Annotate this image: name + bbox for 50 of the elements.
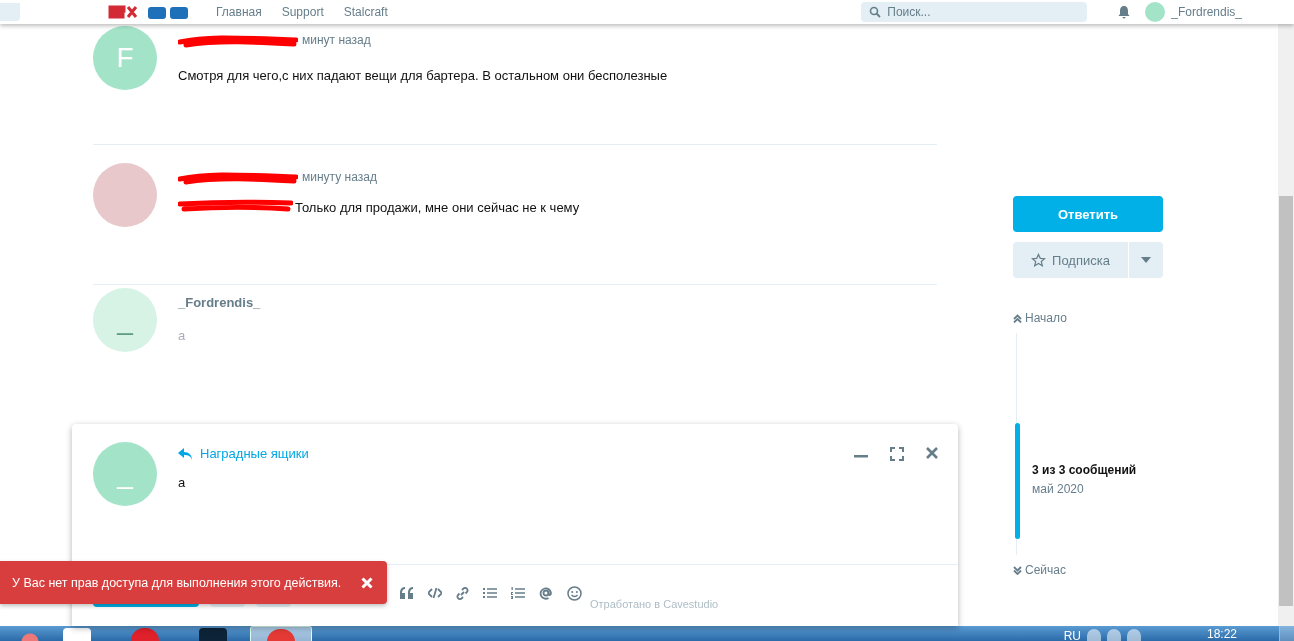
smiley-icon[interactable] [567,585,582,601]
scrubber-end-link[interactable]: Сейчас [1013,563,1163,577]
discussion-link[interactable]: Наградные ящики [178,446,833,461]
double-chevron-up-icon [1013,313,1022,323]
nav-link[interactable]: Support [281,5,324,19]
language-indicator[interactable]: RU [1063,629,1081,641]
numbered-list-icon[interactable] [511,587,525,599]
post-time[interactable]: минуту назад [302,170,377,184]
post-text: Только для продажи, мне они сейчас не к чему [295,199,580,215]
scrubber-position: 3 из 3 сообщений [1032,463,1137,477]
mention-icon[interactable] [539,586,553,600]
bell-icon[interactable] [1117,5,1132,19]
link-icon[interactable] [456,586,469,600]
nav-link[interactable]: Stalcraft [343,5,388,19]
code-icon[interactable] [428,587,442,599]
scrubber-date: май 2020 [1032,482,1085,496]
clock[interactable]: 18:22 [1206,627,1237,641]
reply-arrow-icon [178,447,193,460]
author-name[interactable]: _Fordrendis_ [178,294,261,310]
follow-button[interactable]: Подписка [1013,242,1128,278]
vertical-scrollbar[interactable] [1278,24,1294,626]
user-name[interactable]: _Fordrendis_ [1171,5,1242,19]
user-avatar: _ [93,442,157,506]
scrollbar-thumb[interactable] [1279,196,1293,606]
scrubber-handle[interactable] [1015,423,1020,539]
bullet-list-icon[interactable] [483,587,497,599]
user-avatar[interactable]: _ [93,288,157,352]
app-icon[interactable] [250,626,312,641]
scrubber-start-link[interactable]: Начало [1013,311,1163,325]
search-icon [869,6,882,18]
nav-link[interactable]: Главная [216,5,262,19]
post-time[interactable]: минут назад [302,33,371,47]
composer-text-field[interactable]: a [178,475,833,535]
fullscreen-icon[interactable] [890,447,904,461]
star-icon [1031,252,1047,268]
scrubber-track[interactable]: 3 из 3 сообщений май 2020 [1016,333,1163,555]
dropdown-button[interactable] [1129,242,1163,278]
caret-icon [1141,257,1151,263]
quote-icon[interactable] [400,587,414,599]
post-text: Смотря для чего,с них падают вещи для бартера. В остальном они бесполезные [178,68,668,83]
post-text: a [178,328,186,343]
reply-button[interactable]: Ответить [1013,196,1163,232]
footer-note: Отработано в Cavestudio [590,597,719,610]
close-icon[interactable] [926,447,938,459]
double-chevron-down-icon [1013,565,1022,575]
tray-icon[interactable] [1126,629,1141,641]
tray-icon[interactable] [1086,629,1101,641]
search-field[interactable]: Поиск... [861,2,1088,22]
alert-message: У Вас нет прав доступа для выполнения этого действия. [12,575,342,590]
tray-icon[interactable] [1106,629,1121,641]
